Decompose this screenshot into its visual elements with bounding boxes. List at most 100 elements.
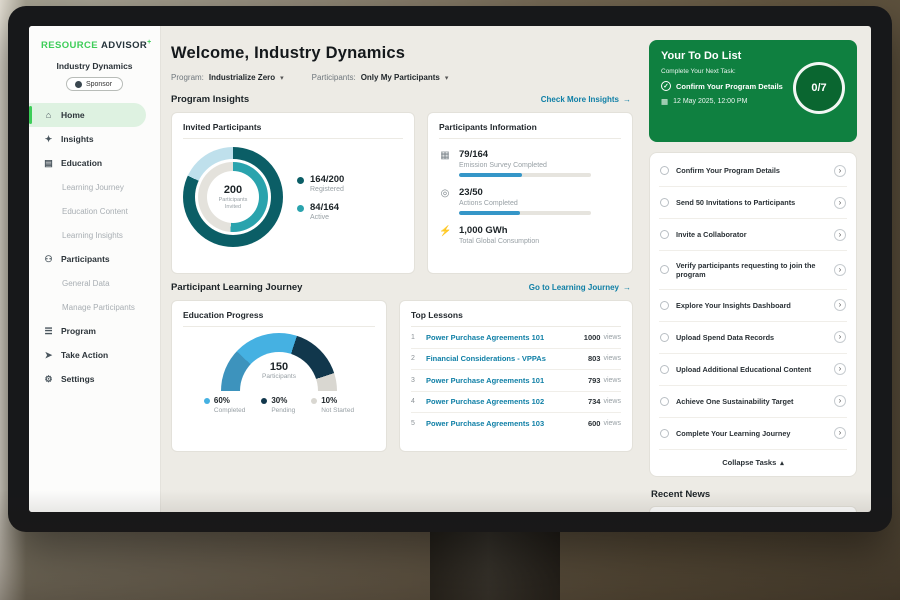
todo-task-row[interactable]: Explore Your Insights Dashboard› [659, 290, 847, 322]
task-label: Confirm Your Program Details [676, 166, 827, 175]
chevron-right-icon[interactable]: › [834, 363, 846, 375]
sidebar-item-participants[interactable]: ⚇Participants [29, 247, 146, 271]
chevron-right-icon[interactable]: › [834, 165, 846, 177]
chevron-right-icon[interactable]: › [834, 395, 846, 407]
sidebar-item-label: General Data [62, 279, 110, 288]
sidebar-item-label: Program [61, 326, 96, 336]
chevron-right-icon[interactable]: › [834, 331, 846, 343]
lesson-row: 2Financial Considerations - VPPAs803view… [411, 349, 621, 371]
legend-dot [204, 398, 210, 404]
progress-bar [459, 173, 591, 177]
todo-progress-ring: 0/7 [793, 62, 845, 114]
learning-cards-row: Education Progress 150 Participants [171, 300, 633, 452]
stat-value: 1,000 GWh [459, 225, 539, 236]
todo-summary-card: Your To Do List Complete Your Next Task:… [649, 40, 857, 142]
sidebar-item-take-action[interactable]: ➤Take Action [29, 343, 146, 367]
lesson-title-link[interactable]: Power Purchase Agreements 101 [426, 376, 588, 385]
chevron-right-icon[interactable]: › [834, 427, 846, 439]
sidebar-item-label: Learning Insights [62, 231, 123, 240]
todo-task-row[interactable]: Verify participants requesting to join t… [659, 251, 847, 290]
background: RESOURCEADVISOR+ Industry Dynamics Spons… [0, 0, 900, 600]
todo-task-row[interactable]: Invite a Collaborator › [659, 219, 847, 251]
todo-task-row[interactable]: Upload Additional Educational Content › [659, 354, 847, 386]
lesson-title-link[interactable]: Power Purchase Agreements 102 [426, 397, 588, 406]
chevron-right-icon[interactable]: › [834, 197, 846, 209]
legend-dot [311, 398, 317, 404]
legend-pct: 10% [321, 396, 337, 405]
sidebar-item-label: Home [61, 110, 85, 120]
check-more-insights-link[interactable]: Check More Insights → [541, 95, 631, 104]
task-label: Invite a Collaborator [676, 230, 827, 239]
chevron-right-icon[interactable]: › [834, 229, 846, 241]
todo-task-row[interactable]: Confirm Your Program Details › [659, 155, 847, 187]
task-checkbox[interactable] [660, 429, 669, 438]
task-checkbox[interactable] [660, 198, 669, 207]
page-title: Welcome, Industry Dynamics [171, 44, 633, 63]
lesson-row: 1Power Purchase Agreements 1011000views [411, 327, 621, 349]
go-to-learning-journey-link[interactable]: Go to Learning Journey → [529, 283, 631, 292]
sidebar-item-learning-journey[interactable]: Learning Journey [29, 175, 146, 199]
program-icon: ☰ [43, 326, 54, 337]
task-checkbox[interactable] [660, 265, 669, 274]
take-action-icon: ➤ [43, 350, 54, 361]
todo-task-row[interactable]: Achieve One Sustainability Target› [659, 386, 847, 418]
task-checkbox[interactable] [660, 301, 669, 310]
lesson-views: 600 [588, 419, 601, 428]
sidebar-item-label: Manage Participants [62, 303, 135, 312]
main-content: Welcome, Industry Dynamics Program: Indu… [161, 26, 645, 512]
task-checkbox[interactable] [660, 230, 669, 239]
meter-icon: ▦ [439, 150, 451, 177]
card-title: Invited Participants [183, 122, 403, 139]
legend-label: Completed [214, 407, 245, 414]
filter-value: Industrialize Zero [209, 73, 275, 82]
lesson-title-link[interactable]: Power Purchase Agreements 101 [426, 333, 584, 342]
lesson-views-suffix: views [603, 334, 621, 341]
news-card-stub [649, 506, 857, 512]
participants-filter-dropdown[interactable]: Participants: Only My Participants ▾ [312, 73, 449, 82]
lesson-views-suffix: views [603, 355, 621, 362]
todo-task-row[interactable]: Complete Your Learning Journey› [659, 418, 847, 450]
lesson-views-suffix: views [603, 377, 621, 384]
sidebar-item-home[interactable]: ⌂Home [29, 103, 146, 127]
program-filter-dropdown[interactable]: Program: Industrialize Zero ▾ [171, 73, 284, 82]
sidebar-item-learning-insights[interactable]: Learning Insights [29, 223, 146, 247]
sidebar-item-manage-participants[interactable]: Manage Participants [29, 295, 146, 319]
todo-next-task: ✓ Confirm Your Program Details [661, 81, 799, 91]
sidebar-item-education-content[interactable]: Education Content [29, 199, 146, 223]
chevron-right-icon[interactable]: › [834, 264, 846, 276]
lesson-title-link[interactable]: Power Purchase Agreements 103 [426, 419, 588, 428]
todo-task-row[interactable]: Upload Spend Data Records› [659, 322, 847, 354]
sidebar-item-settings[interactable]: ⚙Settings [29, 367, 146, 391]
todo-task-row[interactable]: Send 50 Invitations to Participants › [659, 187, 847, 219]
monitor-stand [430, 531, 560, 600]
legend-item-registered: 164/200 Registered [297, 174, 344, 193]
filter-label: Participants: [312, 73, 356, 82]
lesson-title-link[interactable]: Financial Considerations - VPPAs [426, 354, 588, 363]
task-checkbox[interactable] [660, 397, 669, 406]
legend-dot [261, 398, 267, 404]
sponsor-badge: Sponsor [66, 77, 123, 91]
legend-label: Active [310, 214, 339, 221]
section-title: Program Insights [171, 94, 249, 105]
collapse-tasks-button[interactable]: Collapse Tasks▴ [659, 450, 847, 474]
stat-value: 23/50 [459, 187, 591, 198]
sidebar-item-education[interactable]: ▤Education [29, 151, 146, 175]
task-checkbox[interactable] [660, 365, 669, 374]
sponsor-label: Sponsor [86, 81, 112, 88]
sidebar-item-program[interactable]: ☰ Program [29, 319, 146, 343]
sidebar-item-insights[interactable]: ✦Insights [29, 127, 146, 151]
task-label: Send 50 Invitations to Participants [676, 198, 827, 207]
chevron-right-icon[interactable]: › [834, 299, 846, 311]
legend-label: Pending [271, 407, 295, 414]
sponsor-icon [75, 81, 82, 88]
task-checkbox[interactable] [660, 333, 669, 342]
learning-journey-header: Participant Learning Journey Go to Learn… [171, 282, 631, 293]
task-label: Upload Additional Educational Content [676, 365, 827, 374]
lesson-rank: 1 [411, 334, 426, 341]
sidebar: RESOURCEADVISOR+ Industry Dynamics Spons… [29, 26, 161, 512]
legend-value: 84/164 [310, 202, 339, 213]
lesson-rank: 3 [411, 377, 426, 384]
task-checkbox[interactable] [660, 166, 669, 175]
donut-legend: 164/200 Registered 84/164 Active [297, 165, 344, 230]
sidebar-item-general-data[interactable]: General Data [29, 271, 146, 295]
